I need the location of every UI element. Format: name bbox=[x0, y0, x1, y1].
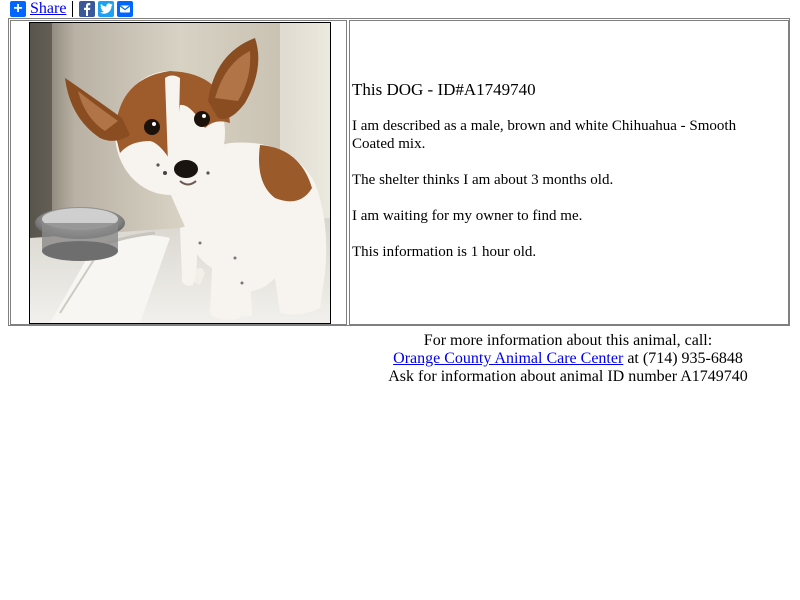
contact-line: Orange County Animal Care Center at (714… bbox=[348, 350, 788, 368]
shelter-link[interactable]: Orange County Animal Care Center bbox=[393, 350, 623, 367]
animal-status: I am waiting for my owner to find me. bbox=[352, 208, 583, 224]
twitter-icon[interactable] bbox=[98, 1, 115, 17]
animal-id: ID#A1749740 bbox=[437, 80, 536, 99]
share-divider bbox=[72, 1, 74, 17]
animal-description: I am described as a male, brown and whit… bbox=[352, 118, 737, 152]
plus-icon[interactable]: + bbox=[10, 1, 26, 17]
contact-info: For more information about this animal, … bbox=[348, 332, 788, 386]
title-prefix: This DOG - bbox=[352, 80, 438, 99]
shelter-phone: at (714) 935-6848 bbox=[623, 350, 743, 367]
share-link[interactable]: Share bbox=[30, 0, 66, 18]
animal-info: This DOG - ID#A1749740 I am described as… bbox=[352, 80, 782, 279]
animal-age: The shelter thinks I am about 3 months o… bbox=[352, 172, 614, 188]
share-bar: + Share bbox=[10, 0, 136, 18]
animal-title: This DOG - ID#A1749740 bbox=[352, 80, 782, 100]
facebook-icon[interactable] bbox=[79, 1, 96, 17]
info-freshness: This information is 1 hour old. bbox=[352, 244, 537, 260]
contact-ask: Ask for information about animal ID numb… bbox=[388, 368, 748, 385]
email-icon[interactable] bbox=[117, 1, 134, 17]
contact-intro: For more information about this animal, … bbox=[423, 332, 713, 349]
dog-photo bbox=[29, 22, 331, 324]
